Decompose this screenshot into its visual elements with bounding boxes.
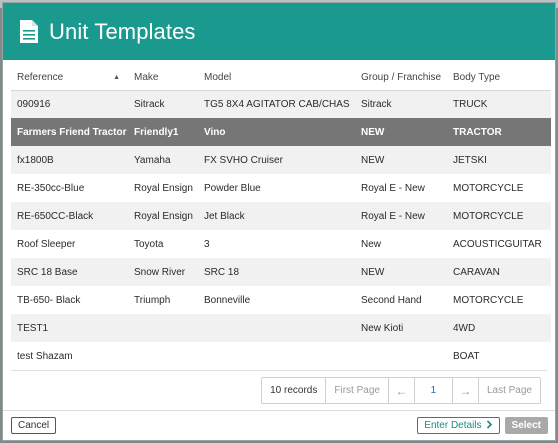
cell-body-type: MOTORCYCLE <box>447 202 551 230</box>
cell-model: SRC 18 <box>198 258 355 286</box>
table-body: 090916 Sitrack TG5 8X4 AGITATOR CAB/CHAS Si… <box>11 90 551 370</box>
cell-model: FX SVHO Cruiser <box>198 146 355 174</box>
first-page-button[interactable]: First Page <box>326 378 389 403</box>
cell-make: Yamaha <box>128 146 198 174</box>
cell-group <box>355 342 447 370</box>
table-row[interactable]: 090916 Sitrack TG5 8X4 AGITATOR CAB/CHAS Si… <box>11 90 551 118</box>
column-header-reference[interactable]: Reference ▲ <box>11 66 128 91</box>
cell-reference: TEST1 <box>11 314 128 342</box>
cell-model: 3 <box>198 230 355 258</box>
cell-body-type: TRUCK <box>447 90 551 118</box>
cell-make: Snow River <box>128 258 198 286</box>
cell-group: New Kioti <box>355 314 447 342</box>
modal-body: Reference ▲ Make Model Group / Franchise … <box>3 60 555 404</box>
modal-header: Unit Templates <box>3 3 555 60</box>
cell-make: Royal Ensign <box>128 202 198 230</box>
table-header-row: Reference ▲ Make Model Group / Franchise … <box>11 66 551 91</box>
cell-reference: RE-650CC-Black <box>11 202 128 230</box>
cell-body-type: MOTORCYCLE <box>447 286 551 314</box>
cell-group: New <box>355 230 447 258</box>
table-row[interactable]: Roof Sleeper Toyota 3 New ACOUSTICGUITAR <box>11 230 551 258</box>
current-page[interactable]: 1 <box>415 378 453 403</box>
cell-make: Royal Ensign <box>128 174 198 202</box>
cell-reference: SRC 18 Base <box>11 258 128 286</box>
cell-model <box>198 342 355 370</box>
cancel-button[interactable]: Cancel <box>11 417 57 434</box>
cell-body-type: 4WD <box>447 314 551 342</box>
cell-model <box>198 314 355 342</box>
cell-group: NEW <box>355 118 447 146</box>
table-row[interactable]: TB-650- Black Triumph Bonneville Second Han… <box>11 286 551 314</box>
cell-reference: RE-350cc-Blue <box>11 174 128 202</box>
cell-model: Vino <box>198 118 355 146</box>
cell-make: Friendly1 <box>128 118 198 146</box>
cell-model: Jet Black <box>198 202 355 230</box>
column-header-model[interactable]: Model <box>198 66 355 91</box>
table-row[interactable]: test Shazam BOAT <box>11 342 551 370</box>
modal-title: Unit Templates <box>49 18 196 44</box>
cell-reference: Roof Sleeper <box>11 230 128 258</box>
cell-group: NEW <box>355 146 447 174</box>
column-header-body-type[interactable]: Body Type <box>447 66 551 91</box>
unit-templates-modal: Unit Templates Reference ▲ Make Model Gro… <box>2 2 556 441</box>
chevron-right-icon <box>486 419 493 432</box>
cell-make: Triumph <box>128 286 198 314</box>
cell-make <box>128 342 198 370</box>
sort-ascending-icon: ▲ <box>113 74 120 82</box>
cell-make: Toyota <box>128 230 198 258</box>
cell-reference: fx1800B <box>11 146 128 174</box>
cell-model: Bonneville <box>198 286 355 314</box>
cell-body-type: TRACTOR <box>447 118 551 146</box>
cell-group: Second Hand <box>355 286 447 314</box>
cell-group: Sitrack <box>355 90 447 118</box>
modal-footer: Cancel Enter Details Select <box>3 410 555 440</box>
cell-body-type: JETSKI <box>447 146 551 174</box>
pager-row: 10 records First Page ← 1 → Last Page <box>11 370 547 404</box>
table-row[interactable]: Farmers Friend Tractor Friendly1 Vino NEW TR… <box>11 118 551 146</box>
enter-details-button[interactable]: Enter Details <box>417 417 500 434</box>
cell-body-type: CARAVAN <box>447 258 551 286</box>
cell-model: Powder Blue <box>198 174 355 202</box>
document-icon <box>19 19 41 45</box>
cell-reference: 090916 <box>11 90 128 118</box>
table-row[interactable]: RE-350cc-Blue Royal Ensign Powder Blue Roya… <box>11 174 551 202</box>
pagination: 10 records First Page ← 1 → Last Page <box>261 377 541 404</box>
cell-reference: test Shazam <box>11 342 128 370</box>
table-row[interactable]: SRC 18 Base Snow River SRC 18 NEW CARAVAN <box>11 258 551 286</box>
cell-make: Sitrack <box>128 90 198 118</box>
column-header-group[interactable]: Group / Franchise <box>355 66 447 91</box>
next-page-icon[interactable]: → <box>453 378 479 403</box>
cell-reference: Farmers Friend Tractor <box>11 118 128 146</box>
table-row[interactable]: fx1800B Yamaha FX SVHO Cruiser NEW JETSKI <box>11 146 551 174</box>
prev-page-icon[interactable]: ← <box>389 378 415 403</box>
cell-group: Royal E - New <box>355 202 447 230</box>
cell-body-type: BOAT <box>447 342 551 370</box>
footer-actions: Enter Details Select <box>417 417 548 434</box>
table-row[interactable]: RE-650CC-Black Royal Ensign Jet Black Royal… <box>11 202 551 230</box>
column-header-make[interactable]: Make <box>128 66 198 91</box>
select-button[interactable]: Select <box>504 417 548 434</box>
enter-details-label: Enter Details <box>424 420 482 431</box>
cell-body-type: ACOUSTICGUITAR <box>447 230 551 258</box>
templates-table: Reference ▲ Make Model Group / Franchise … <box>11 66 551 370</box>
cell-model: TG5 8X4 AGITATOR CAB/CHAS <box>198 90 355 118</box>
table-row[interactable]: TEST1 New Kioti 4WD <box>11 314 551 342</box>
cell-reference: TB-650- Black <box>11 286 128 314</box>
cell-body-type: MOTORCYCLE <box>447 174 551 202</box>
cell-make <box>128 314 198 342</box>
last-page-button[interactable]: Last Page <box>479 378 540 403</box>
cell-group: NEW <box>355 258 447 286</box>
cell-group: Royal E - New <box>355 174 447 202</box>
record-count: 10 records <box>262 378 327 403</box>
